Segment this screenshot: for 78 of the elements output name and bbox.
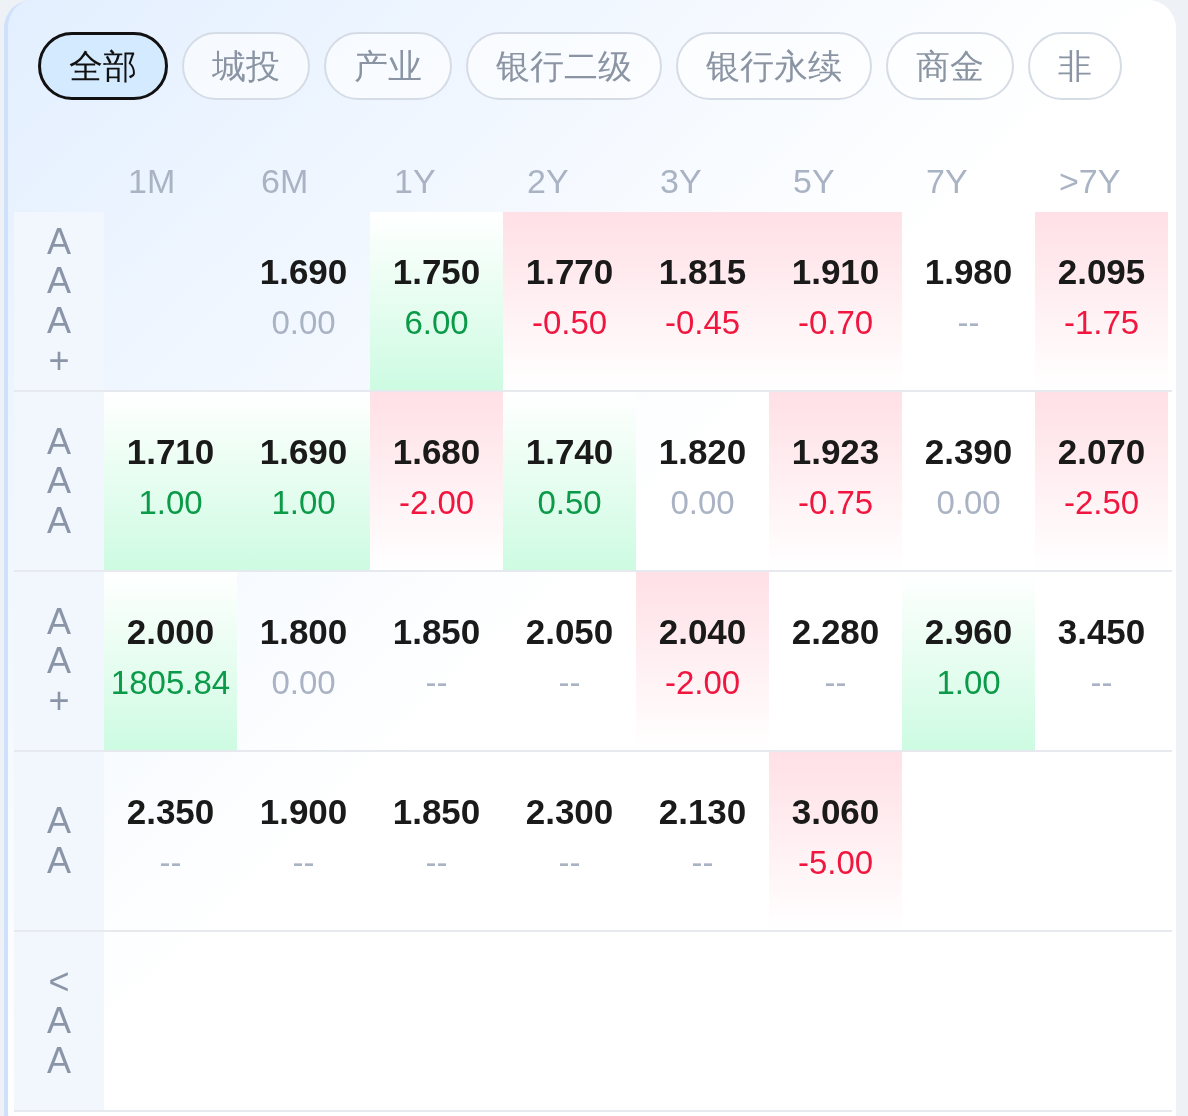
yield-value: 1.710 [126,431,215,473]
yield-value: 1.850 [392,791,481,833]
yield-value: 2.300 [525,791,614,833]
change-value: 1805.84 [110,663,231,703]
yield-value: 2.095 [1057,251,1146,293]
change-value: 6.00 [404,303,469,343]
yield-value: 1.923 [791,431,880,473]
yield-value: 2.050 [525,611,614,653]
change-value: 0.00 [271,303,336,343]
column-header: 7Y [926,161,968,200]
change-value: 0.00 [670,483,735,523]
row-label: AAA [46,421,72,541]
change-value: 0.50 [537,483,602,523]
yield-value: 1.690 [259,431,348,473]
row-label: AA [46,801,72,881]
yield-value: 2.130 [658,791,747,833]
yield-value: 3.450 [1057,611,1146,653]
change-value: -- [159,843,182,883]
yield-value: 2.040 [658,611,747,653]
column-header: >7Y [1059,161,1121,200]
change-value: -- [425,663,448,703]
yield-value: 2.000 [126,611,215,653]
change-value: -1.75 [1063,303,1140,343]
filter-tab[interactable]: 城投 [182,32,310,100]
change-value: -2.50 [1063,483,1140,523]
change-value: -0.50 [531,303,608,343]
filter-tab[interactable]: 银行二级 [466,32,662,100]
yield-value: 1.815 [658,251,747,293]
change-value: 1.00 [936,663,1001,703]
yield-value: 1.690 [259,251,348,293]
row-label: AA+ [46,601,72,721]
change-value: -0.75 [797,483,874,523]
change-value: -2.00 [664,663,741,703]
yield-value: 2.070 [1057,431,1146,473]
column-header: 1M [128,161,176,200]
column-header: 1Y [394,161,436,200]
yield-value: 1.820 [658,431,747,473]
yield-value: 1.750 [392,251,481,293]
yield-value: 1.770 [525,251,614,293]
yield-value: 1.850 [392,611,481,653]
column-header: 5Y [793,161,835,200]
filter-tab[interactable]: 商金 [886,32,1014,100]
yield-value: 3.060 [791,791,880,833]
change-value: -- [1090,663,1113,703]
change-value: -- [558,663,581,703]
column-header: 6M [261,161,309,200]
filter-tab[interactable]: 银行永续 [676,32,872,100]
filter-tab[interactable]: 产业 [324,32,452,100]
yield-value: 1.680 [392,431,481,473]
row-label: <AA [46,961,72,1081]
yield-value: 2.390 [924,431,1013,473]
column-header: 2Y [527,161,569,200]
change-value: -2.00 [398,483,475,523]
change-value: -- [824,663,847,703]
yield-value: 2.280 [791,611,880,653]
yield-value: 2.350 [126,791,215,833]
yield-value: 1.910 [791,251,880,293]
filter-tab[interactable]: 全部 [38,32,168,100]
change-value: -0.45 [664,303,741,343]
yield-value: 2.960 [924,611,1013,653]
yield-value: 1.980 [924,251,1013,293]
change-value: -- [292,843,315,883]
change-value: 0.00 [936,483,1001,523]
column-header: 3Y [660,161,702,200]
change-value: 1.00 [138,483,203,523]
change-value: 1.00 [271,483,336,523]
row-label: AAA+ [46,221,72,381]
change-value: -0.70 [797,303,874,343]
yield-value: 1.900 [259,791,348,833]
change-value: -- [425,843,448,883]
filter-tab[interactable]: 非 [1028,32,1122,100]
change-value: -5.00 [797,843,874,883]
change-value: -- [957,303,980,343]
change-value: -- [691,843,714,883]
yield-value: 1.800 [259,611,348,653]
change-value: -- [558,843,581,883]
change-value: 0.00 [271,663,336,703]
yield-value: 1.740 [525,431,614,473]
